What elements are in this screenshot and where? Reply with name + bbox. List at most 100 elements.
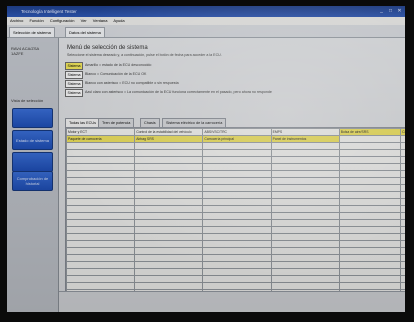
empty-cell	[400, 142, 405, 150]
empty-cell	[338, 233, 402, 241]
empty-cell	[134, 170, 204, 178]
empty-cell	[338, 170, 402, 178]
empty-cell	[202, 149, 272, 157]
empty-cell	[270, 142, 340, 150]
empty-cell	[400, 205, 405, 213]
main-panel: Menú de selección de sistema Seleccione …	[59, 38, 405, 312]
tab-system-data[interactable]: Datos del sistema	[65, 27, 105, 37]
tab-body-electrical[interactable]: Sistema eléctrico de la carrocería	[162, 118, 227, 127]
legend-swatch-blue-asterisk: Sistema	[65, 89, 83, 97]
table-row	[66, 226, 405, 234]
empty-cell	[400, 275, 405, 283]
empty-cell	[134, 184, 204, 192]
table-row	[66, 254, 405, 262]
sidebar-button-system-status[interactable]: Estado de sistema	[12, 130, 53, 150]
empty-cell	[400, 268, 405, 276]
system-cell[interactable]: Panel de instrumentos	[270, 135, 340, 143]
tab-all-ecus[interactable]: Todas las ECUs	[65, 118, 101, 127]
table-row: Motor y ECT Control de la estabilidad del…	[66, 128, 405, 136]
system-cell[interactable]: Paquete de carrocería	[66, 135, 136, 143]
system-cell[interactable]: Airbag SRS	[134, 135, 204, 143]
empty-cell	[202, 240, 272, 248]
empty-cell	[134, 212, 204, 220]
menu-ver[interactable]: Ver	[81, 18, 87, 23]
tab-system-selection[interactable]: Selección de sistema	[9, 27, 55, 37]
legend-swatch-white-asterisk: Sistema	[65, 80, 83, 88]
table-row	[66, 149, 405, 157]
empty-cell	[400, 233, 405, 241]
empty-cell	[270, 261, 340, 269]
tab-chassis[interactable]: Chasis	[140, 118, 160, 127]
empty-cell	[202, 247, 272, 255]
empty-cell	[134, 261, 204, 269]
menu-ayuda[interactable]: Ayuda	[113, 18, 124, 23]
system-cell[interactable]: Bolsa de aire/SRS	[338, 128, 402, 136]
table-row: Paquete de carrocería Airbag SRS Carrocerí…	[66, 135, 405, 143]
empty-cell	[134, 275, 204, 283]
empty-cell	[400, 198, 405, 206]
empty-cell	[66, 219, 136, 227]
empty-cell	[338, 219, 402, 227]
empty-cell	[400, 156, 405, 164]
table-row	[66, 177, 405, 185]
minimize-icon[interactable]: _	[378, 8, 385, 15]
empty-cell	[270, 247, 340, 255]
table-row	[66, 261, 405, 269]
empty-cell	[202, 177, 272, 185]
close-icon[interactable]: ✕	[396, 8, 403, 15]
empty-cell	[270, 233, 340, 241]
empty-cell	[202, 275, 272, 283]
system-cell[interactable]: Carrocería principal	[202, 135, 272, 143]
legend-text-yellow: Amarillo = estado de la ECU desconocido	[85, 63, 152, 67]
table-row	[66, 163, 405, 171]
legend-text-blue-asterisk: Azul claro con asterisco = La comunicaci…	[85, 90, 272, 94]
empty-cell	[202, 282, 272, 290]
empty-cell	[400, 170, 405, 178]
system-cell[interactable]	[400, 135, 405, 143]
empty-cell	[66, 156, 136, 164]
system-cell[interactable]: EMPS	[270, 128, 340, 136]
empty-cell	[400, 149, 405, 157]
table-row	[66, 142, 405, 150]
status-bar	[59, 291, 405, 312]
menu-funcion[interactable]: Función	[29, 18, 43, 23]
window-title: Tecnología Intelligent Tester	[21, 9, 77, 14]
empty-cell	[270, 163, 340, 171]
system-cell[interactable]	[338, 135, 402, 143]
vehicle-engine: 1AZFE	[11, 51, 24, 56]
empty-cell	[400, 212, 405, 220]
menu-configuracion[interactable]: Configuración	[50, 18, 75, 23]
empty-cell	[270, 177, 340, 185]
empty-cell	[66, 142, 136, 150]
system-cell[interactable]: Control de la estabilidad del vehículo	[134, 128, 204, 136]
menu-ventana[interactable]: Ventana	[93, 18, 108, 23]
empty-cell	[338, 226, 402, 234]
top-tab-strip: Selección de sistema Datos del sistema	[7, 25, 405, 38]
sidebar-button-history[interactable]: Comprobación de historial	[12, 171, 53, 191]
tester-screen: Tecnología Intelligent Tester _ □ ✕ Arch…	[7, 6, 405, 312]
maximize-icon[interactable]: □	[387, 8, 394, 15]
empty-cell	[400, 184, 405, 192]
empty-cell	[66, 268, 136, 276]
system-cell[interactable]: ABS/VSC/TRC	[202, 128, 272, 136]
empty-cell	[66, 226, 136, 234]
empty-cell	[338, 254, 402, 262]
legend-swatch-white: Sistema	[65, 71, 83, 79]
tab-powertrain[interactable]: Tren de potencia	[98, 118, 135, 127]
empty-cell	[134, 233, 204, 241]
empty-cell	[400, 163, 405, 171]
empty-cell	[134, 219, 204, 227]
empty-cell	[66, 254, 136, 262]
empty-cell	[270, 226, 340, 234]
sidebar-button-3[interactable]	[12, 152, 53, 172]
empty-cell	[66, 149, 136, 157]
sidebar-button-1[interactable]	[12, 108, 53, 128]
empty-cell	[400, 177, 405, 185]
menu-archivo[interactable]: Archivo	[10, 18, 23, 23]
empty-cell	[202, 191, 272, 199]
empty-cell	[66, 198, 136, 206]
empty-cell	[270, 184, 340, 192]
system-cell[interactable]: Control de...	[400, 128, 405, 136]
system-cell[interactable]: Motor y ECT	[66, 128, 136, 136]
empty-cell	[270, 149, 340, 157]
